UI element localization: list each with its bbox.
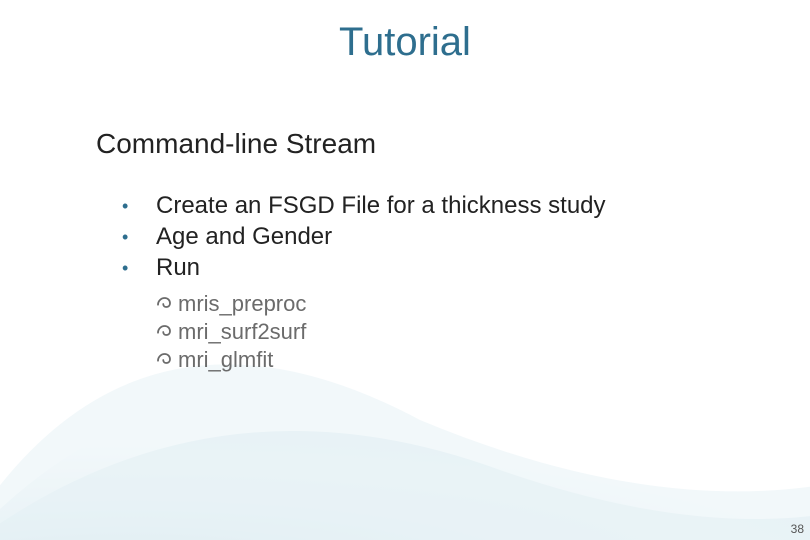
slide-title: Tutorial bbox=[0, 20, 810, 65]
section-heading: Command-line Stream bbox=[96, 128, 376, 160]
list-item: • Age and Gender bbox=[122, 221, 606, 252]
slide: Tutorial Command-line Stream • Create an… bbox=[0, 0, 810, 540]
sub-bullet-text: mri_surf2surf bbox=[178, 318, 306, 346]
sub-bullet-list: mris_preproc mri_surf2surf mri_glmfit bbox=[154, 290, 306, 374]
sub-bullet-text: mri_glmfit bbox=[178, 346, 273, 374]
list-item: mri_glmfit bbox=[154, 346, 306, 374]
bullet-text: Age and Gender bbox=[156, 221, 332, 252]
bullet-text: Create an FSGD File for a thickness stud… bbox=[156, 190, 606, 221]
bullet-text: Run bbox=[156, 252, 200, 283]
bullet-list: • Create an FSGD File for a thickness st… bbox=[122, 190, 606, 284]
bullet-dot-icon: • bbox=[122, 195, 156, 218]
list-item: mri_surf2surf bbox=[154, 318, 306, 346]
swirl-icon bbox=[154, 322, 174, 342]
page-number: 38 bbox=[791, 522, 804, 536]
list-item: mris_preproc bbox=[154, 290, 306, 318]
list-item: • Run bbox=[122, 252, 606, 283]
list-item: • Create an FSGD File for a thickness st… bbox=[122, 190, 606, 221]
bullet-dot-icon: • bbox=[122, 257, 156, 280]
bullet-dot-icon: • bbox=[122, 226, 156, 249]
swirl-icon bbox=[154, 294, 174, 314]
sub-bullet-text: mris_preproc bbox=[178, 290, 306, 318]
swirl-icon bbox=[154, 350, 174, 370]
